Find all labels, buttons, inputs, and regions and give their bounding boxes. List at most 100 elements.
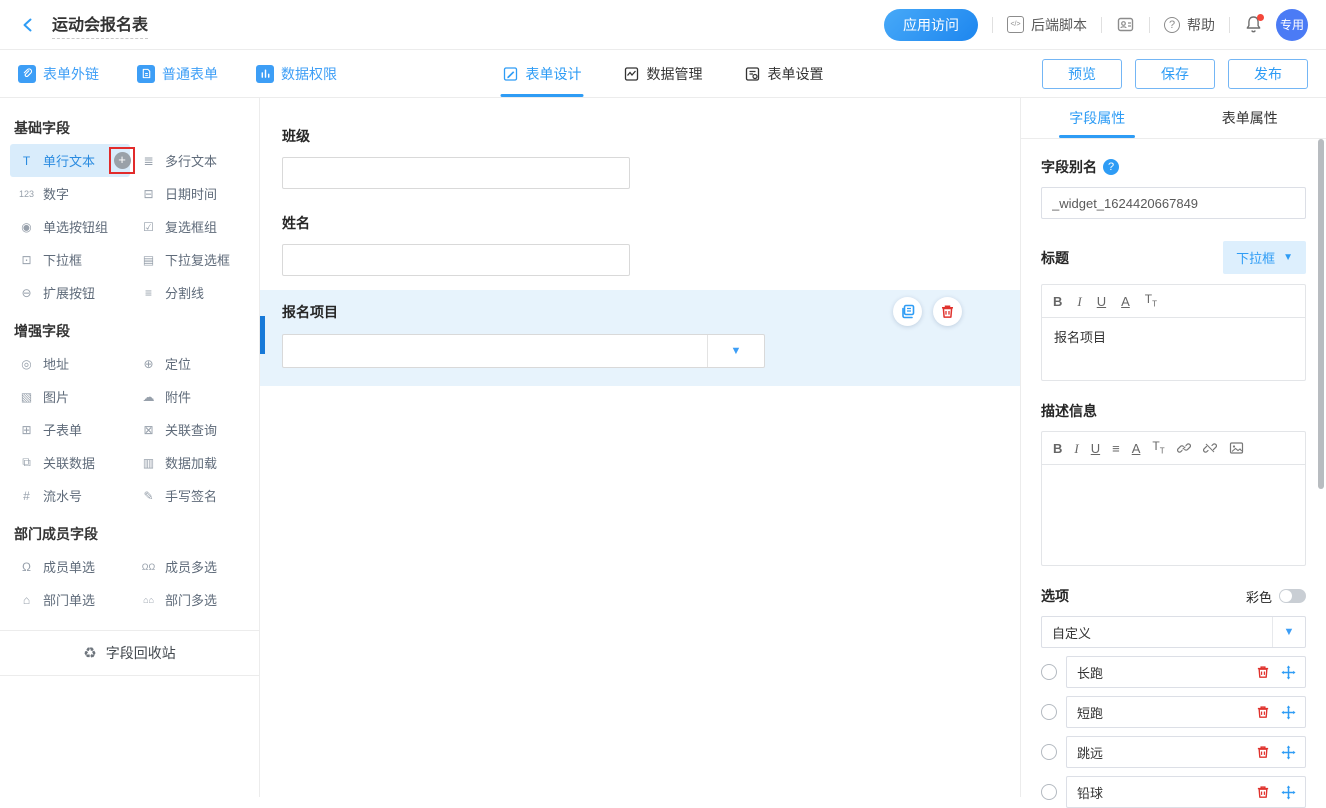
sidebar-item-subform[interactable]: ⊞ 子表单 (10, 413, 130, 446)
preview-button[interactable]: 预览 (1042, 59, 1122, 89)
option-input[interactable]: 铅球 (1066, 776, 1306, 808)
sidebar-item-number[interactable]: 123 数字 (10, 177, 130, 210)
notification-bell-icon[interactable] (1244, 14, 1264, 36)
title-content[interactable]: 报名项目 (1042, 318, 1305, 380)
radio-button[interactable] (1041, 744, 1057, 760)
sidebar-item-location[interactable]: ⊕ 定位 (132, 347, 249, 380)
sidebar-item-dept-single[interactable]: ⌂ 部门单选 (10, 583, 130, 616)
panel-scrollbar[interactable] (1318, 139, 1324, 489)
field-type-button[interactable]: 下拉框 ▼ (1223, 241, 1306, 274)
backend-script-button[interactable]: </> 后端脚本 (1007, 15, 1087, 35)
color-toggle[interactable] (1279, 589, 1306, 603)
underline-button[interactable]: U (1097, 295, 1106, 308)
data-permission-button[interactable]: 数据权限 (256, 64, 337, 84)
option-input[interactable]: 跳远 (1066, 736, 1306, 768)
delete-option-icon[interactable] (1256, 785, 1270, 799)
field-items-grid: Ω 成员单选 ΩΩ 成员多选 ⌂ 部门单选 ⌂⌂ 部门多选 (10, 550, 249, 616)
sidebar-item-serial-number[interactable]: # 流水号 (10, 479, 130, 512)
sidebar-item-address[interactable]: ◎ 地址 (10, 347, 130, 380)
sidebar-item-single-line-text[interactable]: T 单行文本 + (10, 144, 130, 177)
delete-option-icon[interactable] (1256, 745, 1270, 759)
delete-option-icon[interactable] (1256, 665, 1270, 679)
option-source-select[interactable]: 自定义 ▼ (1041, 616, 1306, 648)
publish-button[interactable]: 发布 (1228, 59, 1308, 89)
sidebar-item-dept-multi[interactable]: ⌂⌂ 部门多选 (132, 583, 249, 616)
sidebar-item-radio-group[interactable]: ◉ 单选按钮组 (10, 210, 130, 243)
delete-option-icon[interactable] (1256, 705, 1270, 719)
underline-button[interactable]: U (1091, 442, 1100, 455)
invite-button[interactable] (1116, 15, 1135, 34)
font-size-button[interactable]: TT (1145, 293, 1157, 308)
unlink-icon[interactable] (1203, 441, 1217, 455)
radio-button[interactable] (1041, 664, 1057, 680)
sidebar-item-linked-data[interactable]: ⧉ 关联数据 (10, 446, 130, 479)
sidebar-item-signature[interactable]: ✎ 手写签名 (132, 479, 249, 512)
sidebar-item-member-single[interactable]: Ω 成员单选 (10, 550, 130, 583)
plus-icon[interactable]: + (114, 152, 131, 169)
paperclip-icon (18, 65, 36, 83)
tab-form-settings[interactable]: 表单设置 (745, 50, 824, 97)
description-content[interactable] (1042, 465, 1305, 565)
option-input[interactable]: 长跑 (1066, 656, 1306, 688)
properties-panel: 字段属性 表单属性 字段别名 ? 标题 下拉框 ▼ B I U (1020, 98, 1326, 797)
title-editor-toolbar: B I U A TT (1042, 285, 1305, 318)
sidebar-item-linked-query[interactable]: ⊠ 关联查询 (132, 413, 249, 446)
tab-data-management[interactable]: 数据管理 (624, 50, 703, 97)
bold-button[interactable]: B (1053, 442, 1062, 455)
font-size-button[interactable]: TT (1152, 440, 1164, 455)
sidebar-item-member-multi[interactable]: ΩΩ 成员多选 (132, 550, 249, 583)
sidebar-item-attachment[interactable]: ☁ 附件 (132, 380, 249, 413)
delete-field-button[interactable] (933, 297, 962, 326)
back-icon[interactable] (18, 15, 38, 35)
canvas-field-registration-item[interactable]: 报名项目 ▼ (260, 290, 1020, 386)
option-input[interactable]: 短跑 (1066, 696, 1306, 728)
avatar[interactable]: 专用 (1276, 9, 1308, 41)
radio-button[interactable] (1041, 704, 1057, 720)
save-button[interactable]: 保存 (1135, 59, 1215, 89)
font-color-button[interactable]: A (1121, 295, 1130, 308)
sidebar-item-extend-button[interactable]: ⊖ 扩展按钮 (10, 276, 130, 309)
canvas-field-name[interactable]: 姓名 (260, 203, 1020, 290)
sidebar-item-multi-line-text[interactable]: ≣ 多行文本 (132, 144, 249, 177)
item-label: 关联查询 (165, 420, 217, 439)
dropdown-select[interactable]: ▼ (282, 334, 765, 368)
tab-form-properties[interactable]: 表单属性 (1174, 98, 1326, 138)
bold-button[interactable]: B (1053, 295, 1062, 308)
drag-move-icon[interactable] (1281, 745, 1296, 760)
tab-field-properties[interactable]: 字段属性 (1021, 98, 1174, 138)
font-color-button[interactable]: A (1132, 442, 1141, 455)
sidebar-item-dropdown[interactable]: ⊡ 下拉框 (10, 243, 130, 276)
sidebar-item-checkbox-group[interactable]: ☑ 复选框组 (132, 210, 249, 243)
help-circle-icon[interactable]: ? (1103, 159, 1119, 175)
drag-move-icon[interactable] (1281, 705, 1296, 720)
sidebar-item-dropdown-multi[interactable]: ▤ 下拉复选框 (132, 243, 249, 276)
text-input[interactable] (282, 157, 630, 189)
canvas-field-class[interactable]: 班级 (260, 116, 1020, 203)
field-alias-input[interactable] (1041, 187, 1306, 219)
chevron-down-icon[interactable]: ▼ (707, 335, 764, 367)
insert-image-icon[interactable] (1229, 441, 1244, 455)
drag-move-icon[interactable] (1281, 785, 1296, 800)
form-external-link-label: 表单外链 (43, 64, 99, 84)
italic-button[interactable]: I (1077, 295, 1081, 308)
text-input[interactable] (282, 244, 630, 276)
sidebar-item-data-load[interactable]: ▥ 数据加载 (132, 446, 249, 479)
italic-button[interactable]: I (1074, 442, 1078, 455)
tab-form-design[interactable]: 表单设计 (503, 50, 582, 97)
form-external-link-button[interactable]: 表单外链 (18, 64, 99, 84)
link-icon[interactable] (1177, 441, 1191, 455)
sidebar-item-image[interactable]: ▧ 图片 (10, 380, 130, 413)
form-title[interactable]: 运动会报名表 (52, 11, 148, 39)
normal-form-button[interactable]: 普通表单 (137, 64, 218, 84)
sidebar-item-divider-line[interactable]: ≡ 分割线 (132, 276, 249, 309)
drag-move-icon[interactable] (1281, 665, 1296, 680)
field-recycle-bin-button[interactable]: ♻ 字段回收站 (0, 630, 259, 676)
help-button[interactable]: ? 帮助 (1164, 15, 1215, 35)
duplicate-field-button[interactable] (893, 297, 922, 326)
option-row: 长跑 (1041, 656, 1306, 688)
linked-query-icon: ⊠ (140, 423, 157, 437)
sidebar-item-datetime[interactable]: ⊟ 日期时间 (132, 177, 249, 210)
description-label: 描述信息 (1041, 401, 1306, 421)
align-button[interactable]: ≡ (1112, 442, 1120, 455)
app-access-button[interactable]: 应用访问 (884, 9, 978, 41)
